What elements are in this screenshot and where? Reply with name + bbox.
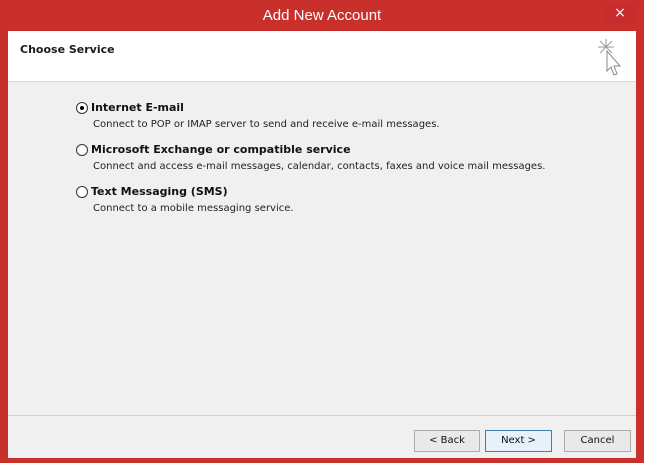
- title-bar[interactable]: Add New Account ×: [1, 1, 643, 31]
- service-options: Internet E-mail Connect to POP or IMAP s…: [8, 82, 636, 415]
- option-description: Connect to a mobile messaging service.: [93, 203, 294, 214]
- close-button[interactable]: ×: [603, 3, 637, 23]
- option-label: Microsoft Exchange or compatible service: [91, 143, 351, 156]
- next-button[interactable]: Next >: [485, 430, 552, 452]
- wizard-wand-icon: [598, 39, 622, 76]
- back-button[interactable]: < Back: [414, 430, 480, 452]
- option-description: Connect and access e-mail messages, cale…: [93, 161, 546, 172]
- radio-sms[interactable]: [76, 186, 88, 198]
- window-title: Add New Account: [262, 7, 382, 24]
- cancel-button[interactable]: Cancel: [564, 430, 631, 452]
- add-account-dialog: Add New Account × Choose Service Interne…: [0, 0, 644, 463]
- radio-exchange[interactable]: [76, 144, 88, 156]
- radio-internet-email[interactable]: [76, 102, 88, 114]
- dialog-footer: < Back Next > Cancel: [8, 415, 636, 458]
- option-label: Internet E-mail: [91, 101, 184, 114]
- page-title: Choose Service: [20, 43, 115, 56]
- option-label: Text Messaging (SMS): [91, 185, 228, 198]
- option-description: Connect to POP or IMAP server to send an…: [93, 119, 440, 130]
- close-icon: ×: [614, 5, 626, 21]
- dialog-header: Choose Service: [8, 31, 636, 82]
